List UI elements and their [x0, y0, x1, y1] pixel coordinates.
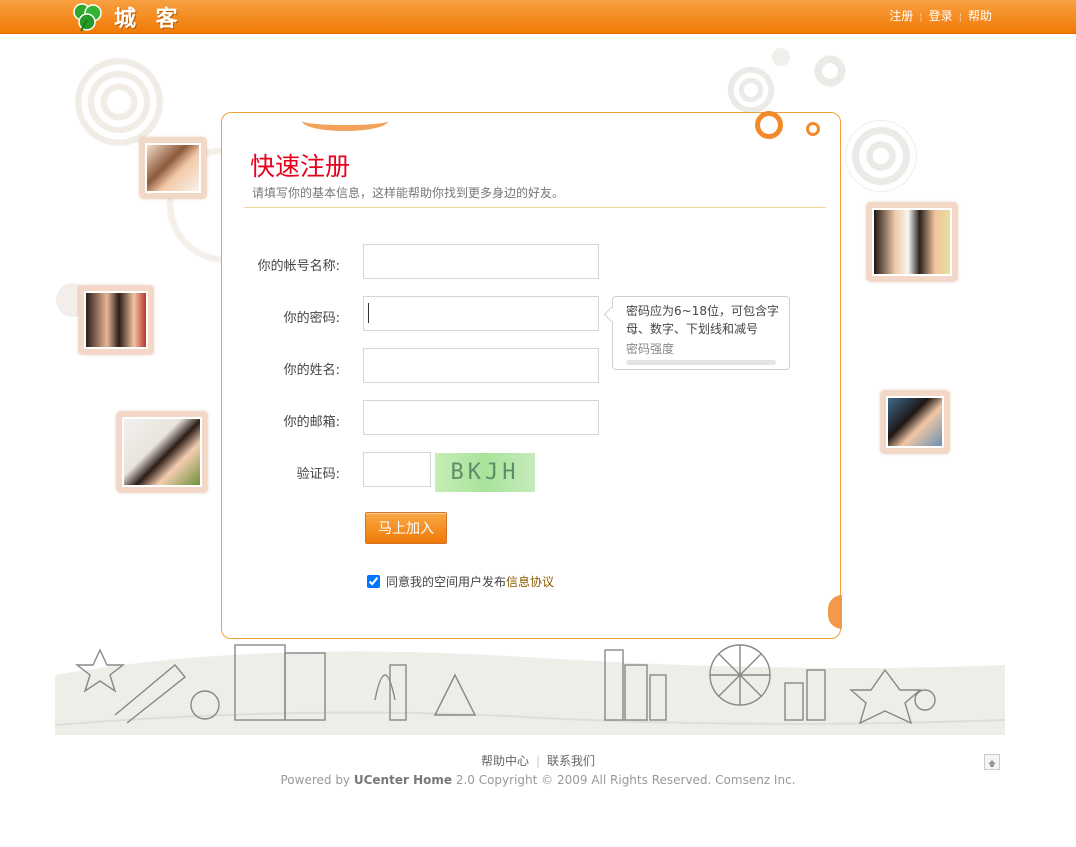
name-label: 你的姓名:	[283, 363, 340, 378]
password-hint-text: 母、数字、下划线和减号	[626, 322, 759, 336]
username-label: 你的帐号名称:	[257, 259, 340, 274]
top-links: 注册 ¦ 登录 ¦ 帮助	[889, 9, 992, 23]
email-label: 你的邮箱:	[283, 415, 340, 430]
decor-circle	[772, 48, 790, 66]
contact-us-link[interactable]: 联系我们	[547, 754, 595, 768]
decor-circle	[74, 57, 164, 147]
decor-circle	[725, 64, 777, 116]
member-photo[interactable]	[140, 138, 206, 198]
footer-links: 帮助中心 | 联系我们	[480, 754, 596, 768]
copyright: Powered by UCenter Home 2.0 Copyright © …	[280, 773, 796, 787]
copyright-brand: UCenter Home	[353, 773, 452, 787]
decor-circle	[845, 120, 917, 192]
register-link[interactable]: 注册	[889, 9, 913, 23]
member-photo[interactable]	[79, 286, 153, 354]
agreement-checkbox[interactable]	[367, 575, 380, 588]
join-now-button[interactable]: 马上加入	[365, 512, 447, 544]
member-photo[interactable]	[867, 203, 957, 281]
cityscape-illustration	[55, 644, 1005, 735]
login-link[interactable]: 登录	[929, 9, 953, 23]
clover-logo-icon	[73, 2, 102, 31]
captcha-image[interactable]: BKJH	[435, 453, 535, 492]
email-input[interactable]	[363, 400, 599, 435]
captcha-input[interactable]	[363, 452, 431, 487]
site-logo[interactable]: 城 客	[70, 1, 184, 32]
agreement-text: 同意我的空间用户发布	[386, 575, 507, 589]
decor-arc	[302, 111, 388, 131]
password-label: 你的密码:	[283, 311, 340, 326]
password-strength-bar	[626, 360, 776, 365]
password-hint-text: 密码应为6~18位，可包含字	[626, 304, 779, 318]
help-center-link[interactable]: 帮助中心	[481, 754, 529, 768]
username-input[interactable]	[363, 244, 599, 279]
site-name: 城 客	[114, 6, 184, 32]
agreement-link[interactable]: 信息协议	[506, 573, 554, 590]
password-strength-label: 密码强度	[626, 342, 675, 356]
decor-orange-ring	[755, 111, 783, 139]
password-input[interactable]	[363, 296, 599, 331]
agreement-row: 同意我的空间用户发布 信息协议	[367, 573, 554, 590]
help-link[interactable]: 帮助	[968, 9, 992, 23]
back-to-top-icon	[988, 760, 996, 767]
decor-circle	[812, 53, 848, 89]
register-card: 快速注册 请填写你的基本信息，这样能帮助你找到更多身边的好友。 你的帐号名称: …	[221, 111, 842, 639]
captcha-label: 验证码:	[296, 467, 340, 482]
divider	[244, 207, 826, 208]
member-photo[interactable]	[881, 391, 949, 453]
decor-orange-ring-small	[806, 122, 820, 136]
page-subtitle: 请填写你的基本信息，这样能帮助你找到更多身边的好友。	[252, 186, 565, 200]
page-title: 快速注册	[250, 152, 351, 181]
password-hint-tooltip: 密码应为6~18位，可包含字 母、数字、下划线和减号 密码强度	[603, 296, 790, 370]
top-bar: 城 客 注册 ¦ 登录 ¦ 帮助	[0, 0, 1076, 34]
member-photo[interactable]	[117, 412, 207, 492]
name-input[interactable]	[363, 348, 599, 383]
back-to-top-button[interactable]	[984, 754, 1000, 770]
